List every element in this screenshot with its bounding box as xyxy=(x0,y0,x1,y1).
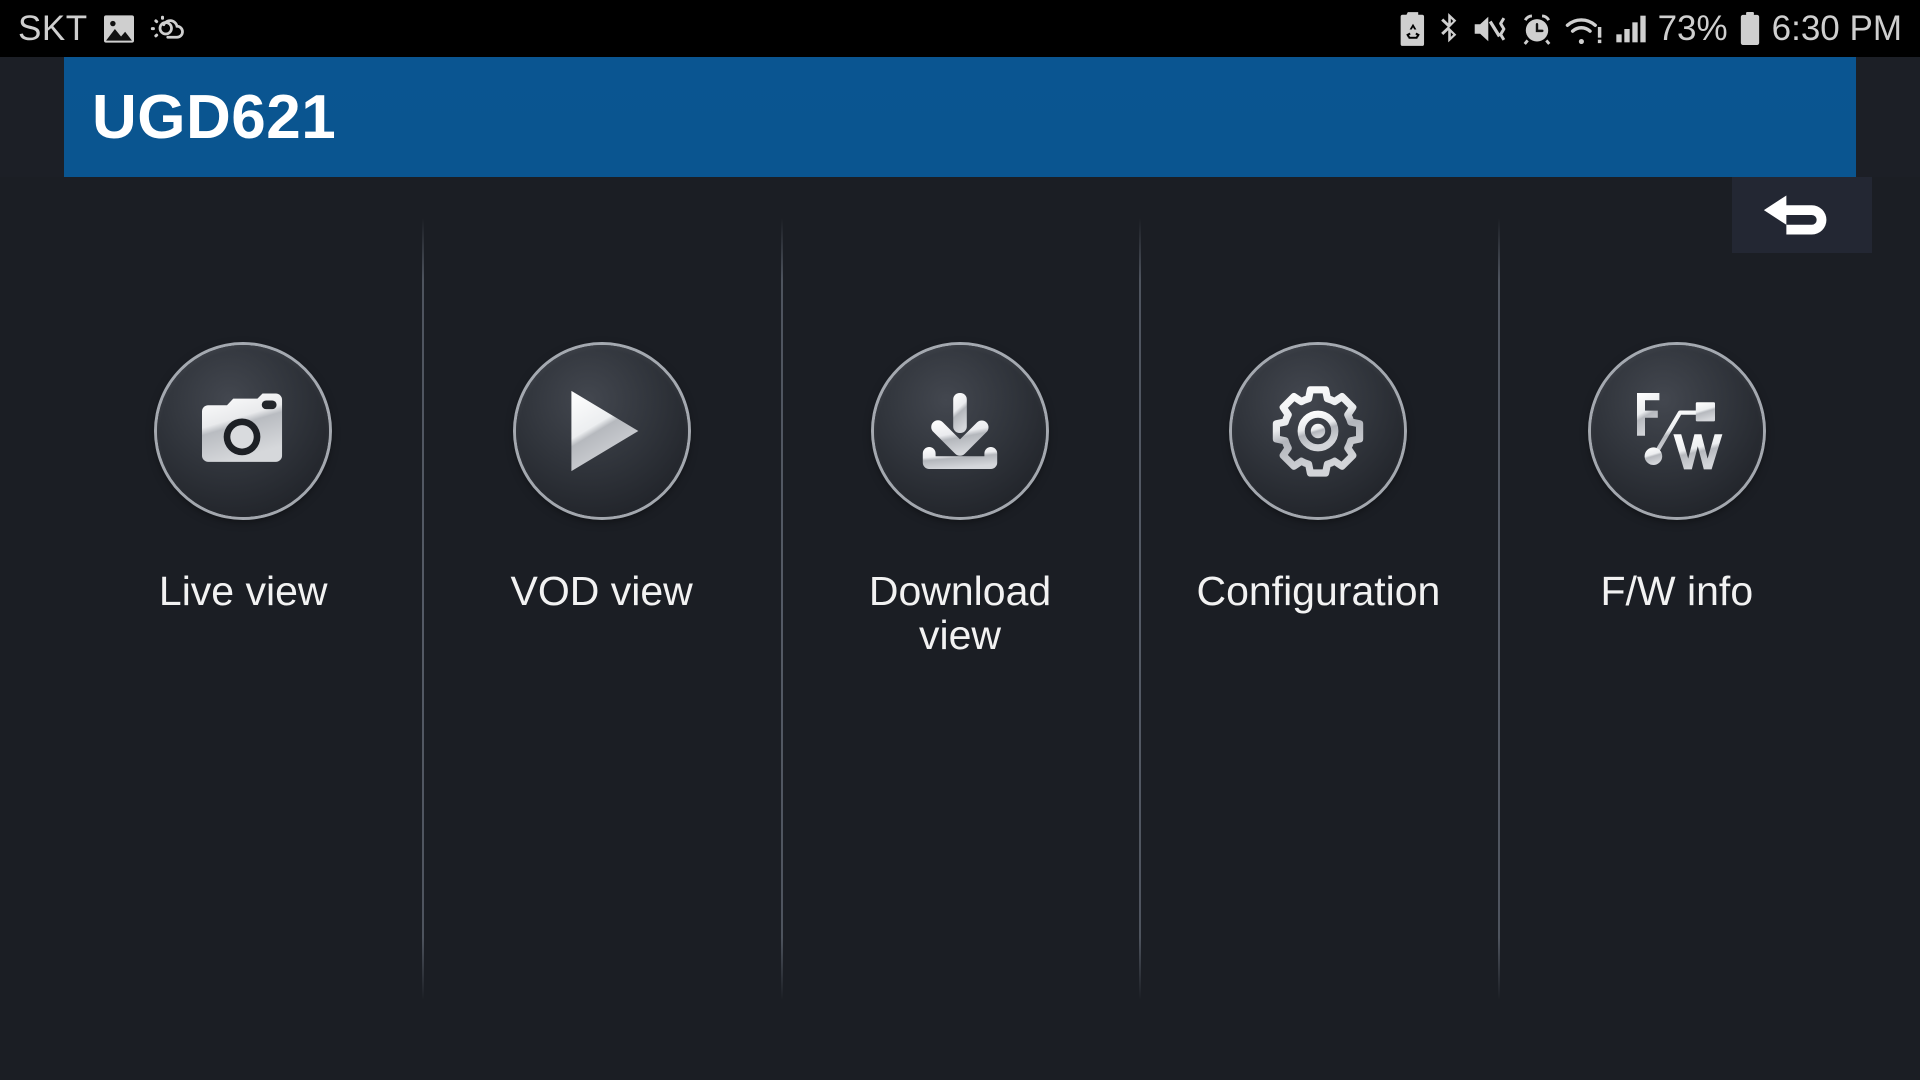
tile-label: F/W info xyxy=(1600,568,1754,614)
tile-divider xyxy=(1139,218,1142,1000)
battery-percent-label: 73% xyxy=(1657,9,1728,48)
alarm-clock-icon xyxy=(1521,13,1553,45)
cellular-signal-icon xyxy=(1615,14,1647,44)
play-icon xyxy=(515,345,688,517)
wifi-alert-icon xyxy=(1564,14,1604,44)
camera-icon xyxy=(157,345,330,517)
tile-vod-view[interactable]: VOD view xyxy=(422,177,780,1080)
tile-divider xyxy=(1497,218,1500,1000)
page-title: UGD621 xyxy=(92,82,337,152)
mute-vibrate-icon xyxy=(1472,14,1510,44)
tile-grid: Live view VOD view Download view Configu… xyxy=(64,177,1856,1080)
bluetooth-icon xyxy=(1437,12,1461,46)
image-icon xyxy=(102,14,136,44)
status-bar: SKT 73% 6:30 PM xyxy=(0,0,1920,57)
tile-label: Configuration xyxy=(1196,568,1441,614)
download-icon xyxy=(874,345,1047,517)
clock-label: 6:30 PM xyxy=(1771,9,1902,48)
gear-icon xyxy=(1232,345,1405,517)
tile-label: Download view xyxy=(868,568,1052,659)
power-saving-icon xyxy=(1400,11,1426,46)
tile-download-view[interactable]: Download view xyxy=(780,177,1139,1080)
tile-live-view[interactable]: Live view xyxy=(64,177,422,1080)
firmware-icon xyxy=(1590,345,1763,517)
status-bar-left: SKT xyxy=(18,11,188,46)
status-bar-right: 73% 6:30 PM xyxy=(1400,11,1902,46)
tile-label: VOD view xyxy=(510,568,693,614)
tile-configuration[interactable]: Configuration xyxy=(1139,177,1497,1080)
main-content: Live view VOD view Download view Configu… xyxy=(0,177,1920,1080)
tile-fw-info[interactable]: F/W info xyxy=(1497,177,1856,1080)
app-bar-container: UGD621 xyxy=(0,57,1920,177)
app-bar: UGD621 xyxy=(64,57,1856,177)
tile-label: Live view xyxy=(158,568,328,614)
weather-partly-cloudy-icon xyxy=(150,14,188,44)
battery-icon xyxy=(1739,11,1761,46)
tile-divider xyxy=(422,218,425,1000)
carrier-label: SKT xyxy=(18,9,88,48)
tile-divider xyxy=(780,218,783,1000)
